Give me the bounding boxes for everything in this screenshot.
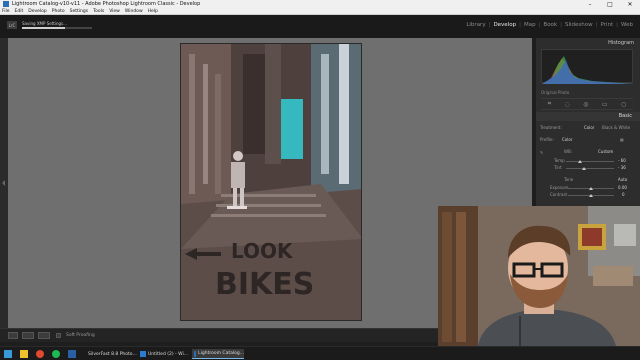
taskbar-item-label: Untitled (2) - Wi... <box>148 351 188 357</box>
menu-bar: File Edit Develop Photo Settings Tools V… <box>0 8 640 15</box>
temp-label: Temp <box>554 158 565 163</box>
tint-slider-track[interactable] <box>566 168 614 169</box>
module-slideshow[interactable]: Slideshow <box>562 22 596 28</box>
histogram-header[interactable]: Histogram <box>536 39 640 47</box>
menu-view[interactable]: View <box>109 9 120 14</box>
treatment-label: Treatment: <box>540 125 562 130</box>
histogram-title: Histogram <box>608 40 634 46</box>
red-eye-icon[interactable]: ◎ <box>583 101 588 108</box>
contrast-value[interactable]: 0 <box>622 192 625 197</box>
activity-status-text: Saving XMP Settings... <box>22 21 67 26</box>
taskbar-item-label: Lightroom Catalog... <box>198 351 244 356</box>
loupe-view-button[interactable] <box>8 332 18 339</box>
document-icon <box>140 351 146 357</box>
window-title: Lightroom Catalog-v10-v11 - Adobe Photos… <box>12 1 201 7</box>
activity-progress-fill <box>22 27 66 29</box>
module-list: Library | Develop | Map | Book | Slidesh… <box>463 22 636 28</box>
menu-develop[interactable]: Develop <box>28 9 47 14</box>
expand-left-panel-icon[interactable] <box>2 180 5 186</box>
presenter-video <box>438 206 640 346</box>
lightroom-app-icon <box>3 1 9 7</box>
taskbar-item-lightroom[interactable]: Lightroom Catalog... <box>192 349 244 359</box>
file-explorer-icon[interactable] <box>20 350 28 358</box>
taskbar-item-untitled[interactable]: Untitled (2) - Wi... <box>138 349 190 359</box>
window-title-bar: Lightroom Catalog-v10-v11 - Adobe Photos… <box>0 0 640 8</box>
webcam-overlay <box>438 206 640 346</box>
right-panel: Histogram Original Photo ⌗ ◌ ◎ ▭ ○ Basic… <box>536 38 640 210</box>
exposure-value[interactable]: 0.00 <box>618 185 627 190</box>
window-controls: – □ ✕ <box>580 0 640 8</box>
contrast-slider-knob[interactable] <box>589 194 593 197</box>
soft-proofing-label: Soft Proofing <box>66 333 95 338</box>
module-picker-bar: LrC Saving XMP Settings... Library | Dev… <box>0 15 640 38</box>
menu-edit[interactable]: Edit <box>15 9 24 14</box>
taskbar-item-silverfast[interactable]: SilverFast 8.8 Photo... <box>84 349 137 359</box>
taskbar-item-label: SilverFast 8.8 Photo... <box>88 351 137 357</box>
left-panel-collapsed[interactable] <box>0 38 8 328</box>
menu-help[interactable]: Help <box>148 9 158 14</box>
menu-window[interactable]: Window <box>125 9 143 14</box>
histogram-plot <box>542 56 634 84</box>
contrast-label: Contrast <box>550 192 568 197</box>
tint-slider-knob[interactable] <box>582 167 586 170</box>
menu-photo[interactable]: Photo <box>52 9 65 14</box>
tone-label: Tone <box>564 177 574 182</box>
before-after-options-button[interactable] <box>38 332 50 339</box>
exposure-label: Exposure <box>550 185 569 190</box>
windows-taskbar: SilverFast 8.8 Photo... Untitled (2) - W… <box>0 346 640 360</box>
spot-removal-icon[interactable]: ◌ <box>565 101 570 108</box>
lightroom-logo: LrC <box>7 21 17 29</box>
street-text-look: LOOK <box>231 239 294 263</box>
treatment-bw-option[interactable]: Black & White <box>602 125 630 130</box>
negative-street-photo: LOOK BIKES <box>181 44 361 320</box>
photo-preview[interactable]: LOOK BIKES <box>180 43 362 321</box>
adjustment-brush-icon[interactable]: ○ <box>621 101 626 108</box>
temp-slider-knob[interactable] <box>578 160 582 163</box>
profile-dropdown[interactable]: Color <box>562 137 572 142</box>
temp-slider-track[interactable] <box>566 161 614 162</box>
temp-value[interactable]: - 60 <box>618 158 626 163</box>
tint-value[interactable]: - 36 <box>618 165 626 170</box>
start-windows-icon[interactable] <box>4 350 12 358</box>
profile-browser-icon[interactable]: ▦ <box>620 137 624 142</box>
wb-label: WB: <box>564 149 573 154</box>
basic-panel-header[interactable]: Basic <box>536 112 640 121</box>
original-photo-label: Original Photo <box>541 90 570 95</box>
street-text-bikes: BIKES <box>215 267 314 302</box>
spotify-icon[interactable] <box>52 350 60 358</box>
exposure-slider-knob[interactable] <box>589 187 593 190</box>
menu-tools[interactable]: Tools <box>93 9 104 14</box>
profile-label: Profile: <box>540 137 554 142</box>
activity-progress-bar <box>22 27 92 29</box>
module-library[interactable]: Library <box>463 22 488 28</box>
module-book[interactable]: Book <box>540 22 560 28</box>
lightroom-taskbar-icon <box>194 350 197 357</box>
soft-proofing-checkbox[interactable] <box>56 333 61 338</box>
tint-label: Tint <box>554 165 562 170</box>
menu-file[interactable]: File <box>2 9 10 14</box>
basic-panel-title: Basic <box>618 113 632 119</box>
wb-dropdown[interactable]: Custom <box>598 149 613 154</box>
module-develop[interactable]: Develop <box>490 22 519 28</box>
before-after-view-button[interactable] <box>22 332 34 339</box>
pinned-app-icon[interactable] <box>68 350 76 358</box>
minimize-button[interactable]: – <box>580 0 600 8</box>
treatment-color-option[interactable]: Color <box>584 125 594 130</box>
histogram-graph[interactable] <box>541 49 634 84</box>
desktop-screen: Lightroom Catalog-v10-v11 - Adobe Photos… <box>0 0 640 360</box>
module-print[interactable]: Print <box>597 22 616 28</box>
module-web[interactable]: Web <box>618 22 636 28</box>
menu-settings[interactable]: Settings <box>70 9 88 14</box>
graduated-filter-icon[interactable]: ▭ <box>602 101 608 108</box>
crop-overlay-icon[interactable]: ⌗ <box>548 100 551 108</box>
chrome-icon[interactable] <box>36 350 44 358</box>
module-map[interactable]: Map <box>521 22 539 28</box>
develop-tool-strip: ⌗ ◌ ◎ ▭ ○ <box>541 98 633 110</box>
white-balance-eyedropper-icon[interactable]: ✎ <box>540 150 543 155</box>
maximize-button[interactable]: □ <box>600 0 620 8</box>
close-button[interactable]: ✕ <box>620 0 640 8</box>
tone-auto-button[interactable]: Auto <box>618 177 627 182</box>
